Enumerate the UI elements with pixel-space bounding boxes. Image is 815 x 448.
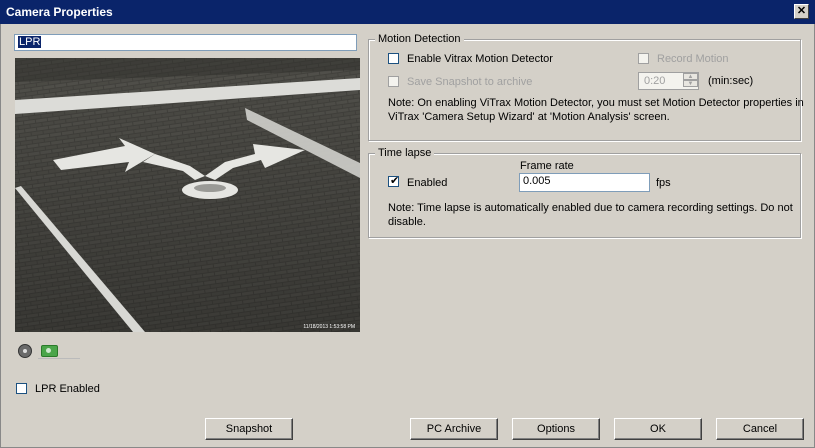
record-motion-label: Record Motion [657, 53, 729, 65]
motion-duration-value: 0:20 [644, 75, 666, 87]
time-lapse-note-line-2: disable. [388, 216, 426, 228]
enable-motion-detector-label: Enable Vitrax Motion Detector [407, 53, 553, 65]
motion-note: Note: On enabling ViTrax Motion Detector… [388, 96, 804, 124]
time-lapse-enabled-label: Enabled [407, 177, 448, 189]
frame-rate-input[interactable]: 0.005 [519, 173, 650, 192]
ok-button[interactable]: OK [614, 418, 702, 440]
save-snapshot-label: Save Snapshot to archive [407, 76, 533, 88]
icon-divider [38, 358, 80, 359]
time-lapse-note-line-1: Note: Time lapse is automatically enable… [388, 202, 793, 214]
title-bar: Camera Properties ✕ [0, 0, 815, 24]
record-motion-checkbox[interactable] [638, 53, 649, 64]
enable-motion-detector-checkbox[interactable] [388, 53, 399, 64]
close-icon[interactable]: ✕ [794, 4, 809, 19]
motion-note-line-2: ViTrax 'Camera Setup Wizard' at 'Motion … [388, 111, 670, 123]
time-lapse-note: Note: Time lapse is automatically enable… [388, 201, 793, 229]
motion-detection-title: Motion Detection [375, 33, 464, 45]
options-button[interactable]: Options [512, 418, 600, 440]
camera-name-input[interactable]: LPR [14, 34, 357, 51]
preview-timestamp: 11/18/2013 1:53:58 PM [303, 324, 355, 330]
time-lapse-title: Time lapse [375, 147, 435, 159]
motion-note-line-1: Note: On enabling ViTrax Motion Detector… [388, 97, 804, 109]
camera-record-icon[interactable] [18, 344, 32, 358]
motion-duration-spinner[interactable]: 0:20 ▲ ▼ [638, 72, 699, 90]
motion-duration-unit: (min:sec) [708, 75, 754, 87]
snapshot-button[interactable]: Snapshot [205, 418, 293, 440]
frame-rate-label: Frame rate [520, 160, 574, 172]
time-lapse-enabled-checkbox[interactable]: ✔ [388, 175, 400, 187]
camera-snapshot-icon[interactable] [41, 345, 58, 357]
lpr-enabled-label: LPR Enabled [35, 383, 100, 395]
spin-up-icon[interactable]: ▲ [683, 73, 698, 80]
checkmark-icon: ✔ [390, 175, 400, 187]
camera-preview: 11/18/2013 1:53:58 PM [15, 58, 360, 332]
frame-rate-unit: fps [656, 177, 671, 189]
save-snapshot-checkbox[interactable] [388, 76, 399, 87]
window-title: Camera Properties [6, 5, 113, 19]
lpr-enabled-checkbox[interactable] [16, 383, 27, 394]
pc-archive-button[interactable]: PC Archive [410, 418, 498, 440]
spin-down-icon[interactable]: ▼ [683, 80, 698, 87]
camera-name-value: LPR [18, 36, 42, 48]
cancel-button[interactable]: Cancel [716, 418, 804, 440]
